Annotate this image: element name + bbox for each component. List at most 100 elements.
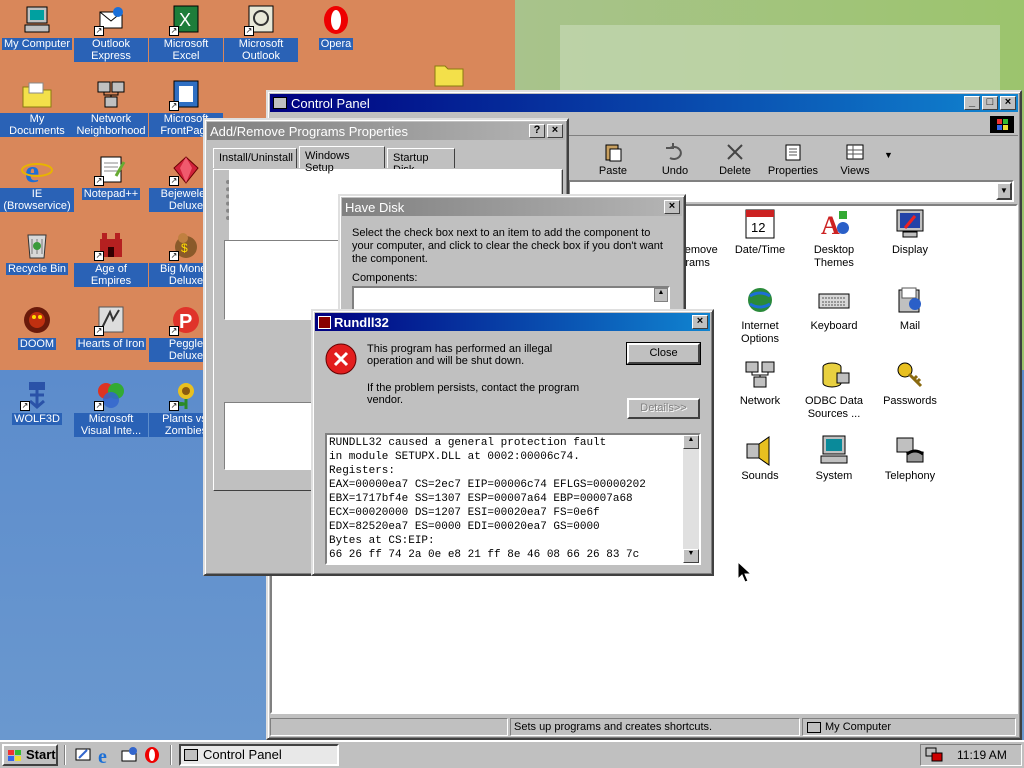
components-label: Components: bbox=[352, 272, 418, 284]
taskbar-control-panel-button[interactable]: Control Panel bbox=[179, 744, 339, 766]
start-button[interactable]: Start bbox=[2, 744, 58, 766]
status-bar: Sets up programs and creates shortcuts. … bbox=[270, 718, 1018, 736]
cp-item-mail[interactable]: Mail bbox=[872, 284, 948, 333]
frontpage-icon: ↗ bbox=[169, 79, 203, 111]
svg-text:X: X bbox=[179, 10, 191, 30]
close-button[interactable]: × bbox=[1000, 96, 1016, 110]
age-of-empires-icon: ↗ bbox=[94, 229, 128, 261]
tray-network-icon[interactable] bbox=[925, 747, 943, 766]
desktop-icon-visual-interdev[interactable]: ↗ Microsoft Visual Inte... bbox=[74, 379, 148, 437]
rundll32-error-dialog[interactable]: Rundll32 × This program has performed an… bbox=[311, 309, 714, 576]
notepad-icon: ↗ bbox=[94, 154, 128, 186]
opera-icon bbox=[319, 4, 353, 36]
delete-icon bbox=[712, 142, 758, 165]
scroll-down-icon[interactable]: ▼ bbox=[683, 549, 699, 563]
desktop-icon-recycle-bin[interactable]: Recycle Bin bbox=[0, 229, 74, 275]
tab-windows-setup[interactable]: Windows Setup bbox=[299, 146, 385, 174]
cp-item-display[interactable]: Display bbox=[872, 208, 948, 257]
close-button[interactable]: Close bbox=[626, 342, 701, 365]
addremove-tabs: Install/Uninstall Windows Setup Startup … bbox=[213, 146, 563, 176]
network-icon bbox=[94, 79, 128, 111]
svg-text:e: e bbox=[25, 154, 39, 186]
system-icon bbox=[817, 434, 851, 466]
cp-item-passwords[interactable]: Passwords bbox=[872, 359, 948, 408]
cp-item-system[interactable]: System bbox=[796, 434, 872, 483]
show-desktop-icon[interactable] bbox=[74, 746, 92, 767]
rundll32-close-button[interactable]: × bbox=[692, 315, 708, 329]
desktop-icon-outlook[interactable]: ↗ Microsoft Outlook bbox=[224, 4, 298, 62]
control-panel-titlebar[interactable]: Control Panel _ □ × bbox=[270, 94, 1018, 112]
error-message: This program has performed an illegal op… bbox=[367, 343, 553, 367]
computer-icon bbox=[20, 4, 54, 36]
error-icon bbox=[325, 343, 357, 378]
error-details-box[interactable]: RUNDLL32 caused a general protection fau… bbox=[325, 433, 701, 565]
excel-icon: X ↗ bbox=[169, 4, 203, 36]
odbc-icon bbox=[817, 359, 851, 391]
network-icon bbox=[743, 359, 777, 391]
cp-item-network[interactable]: Network bbox=[722, 359, 798, 408]
display-icon bbox=[893, 208, 927, 240]
cp-item-odbc[interactable]: ODBC Data Sources ... bbox=[796, 359, 872, 421]
tab-install-uninstall[interactable]: Install/Uninstall bbox=[213, 148, 297, 168]
address-dropdown-button[interactable]: ▼ bbox=[996, 182, 1012, 200]
desktop-icon-wolf3d[interactable]: ↗ WOLF3D bbox=[0, 379, 74, 425]
undo-button[interactable]: Undo bbox=[652, 142, 698, 177]
svg-text:12: 12 bbox=[751, 220, 765, 235]
cp-item-desktop-themes[interactable]: A Desktop Themes bbox=[796, 208, 872, 270]
tab-startup-disk[interactable]: Startup Disk bbox=[387, 148, 455, 176]
addremove-titlebar[interactable]: Add/Remove Programs Properties ? × bbox=[207, 122, 565, 140]
have-disk-titlebar[interactable]: Have Disk × bbox=[342, 198, 682, 216]
system-tray: 11:19 AM bbox=[920, 744, 1022, 766]
desktop-icon-my-documents[interactable]: My Documents bbox=[0, 79, 74, 137]
desktop-icon-notepadpp[interactable]: ↗ Notepad++ bbox=[74, 154, 148, 200]
outlook-quicklaunch-icon[interactable] bbox=[120, 746, 138, 767]
undo-icon bbox=[652, 142, 698, 165]
opera-quicklaunch-icon[interactable] bbox=[143, 746, 161, 767]
scroll-up-icon[interactable]: ▲ bbox=[654, 288, 668, 302]
minimize-button[interactable]: _ bbox=[964, 96, 980, 110]
desktop-folder[interactable] bbox=[412, 58, 486, 92]
ie-quicklaunch-icon[interactable]: e bbox=[96, 745, 116, 768]
paste-button[interactable]: Paste bbox=[588, 142, 638, 177]
cp-item-internet-options[interactable]: Internet Options bbox=[722, 284, 798, 346]
desktop-icon-outlook-express[interactable]: ↗ Outlook Express bbox=[74, 4, 148, 62]
delete-button[interactable]: Delete bbox=[712, 142, 758, 177]
maximize-button[interactable]: □ bbox=[982, 96, 998, 110]
details-scrollbar[interactable]: ▲ ▼ bbox=[683, 435, 699, 563]
desktop-icon-doom[interactable]: DOOM bbox=[0, 304, 74, 350]
hearts-of-iron-icon: ↗ bbox=[94, 304, 128, 336]
have-disk-close-button[interactable]: × bbox=[664, 200, 680, 214]
properties-button[interactable]: Properties bbox=[764, 142, 822, 177]
addremove-close-button[interactable]: × bbox=[547, 124, 563, 138]
desktop-icon-network-neighborhood[interactable]: Network Neighborhood bbox=[74, 79, 148, 137]
details-button[interactable]: Details>> bbox=[627, 398, 700, 419]
cp-item-keyboard[interactable]: Keyboard bbox=[796, 284, 872, 333]
desktop-icon-hearts-of-iron[interactable]: ↗ Hearts of Iron bbox=[74, 304, 148, 350]
have-disk-instructions: Select the check box next to an item to … bbox=[352, 227, 663, 265]
views-dropdown-arrow-icon[interactable]: ▼ bbox=[884, 150, 893, 160]
desktop-icon-excel[interactable]: X ↗ Microsoft Excel bbox=[149, 4, 223, 62]
bejeweled-icon: ↗ bbox=[169, 154, 203, 186]
cp-item-sounds[interactable]: Sounds bbox=[722, 434, 798, 483]
have-disk-dialog[interactable]: Have Disk × Select the check box next to… bbox=[338, 194, 686, 316]
outlook-express-icon: ↗ bbox=[94, 4, 128, 36]
views-icon bbox=[832, 142, 878, 165]
desktop-icon-age-of-empires[interactable]: ↗ Age of Empires bbox=[74, 229, 148, 287]
paste-icon bbox=[588, 142, 638, 165]
scroll-up-icon[interactable]: ▲ bbox=[683, 435, 699, 449]
desktop-icon-my-computer[interactable]: My Computer bbox=[0, 4, 74, 50]
rundll32-titlebar[interactable]: Rundll32 × bbox=[315, 313, 710, 331]
keyboard-icon bbox=[817, 284, 851, 316]
desktop-icon-ie[interactable]: e IE (Browservice) bbox=[0, 153, 74, 212]
big-money-icon: $ ↗ bbox=[169, 229, 203, 261]
control-panel-icon bbox=[273, 97, 287, 109]
properties-icon bbox=[764, 142, 822, 165]
clock[interactable]: 11:19 AM bbox=[957, 748, 1007, 762]
help-button[interactable]: ? bbox=[529, 124, 545, 138]
peggle-icon: P ↗ bbox=[169, 304, 203, 336]
addremove-component-list[interactable] bbox=[224, 240, 344, 320]
cp-item-telephony[interactable]: Telephony bbox=[872, 434, 948, 483]
desktop-icon-opera[interactable]: Opera bbox=[299, 4, 373, 50]
cp-item-date-time[interactable]: 12 Date/Time bbox=[722, 208, 798, 257]
views-button[interactable]: Views bbox=[832, 142, 878, 177]
